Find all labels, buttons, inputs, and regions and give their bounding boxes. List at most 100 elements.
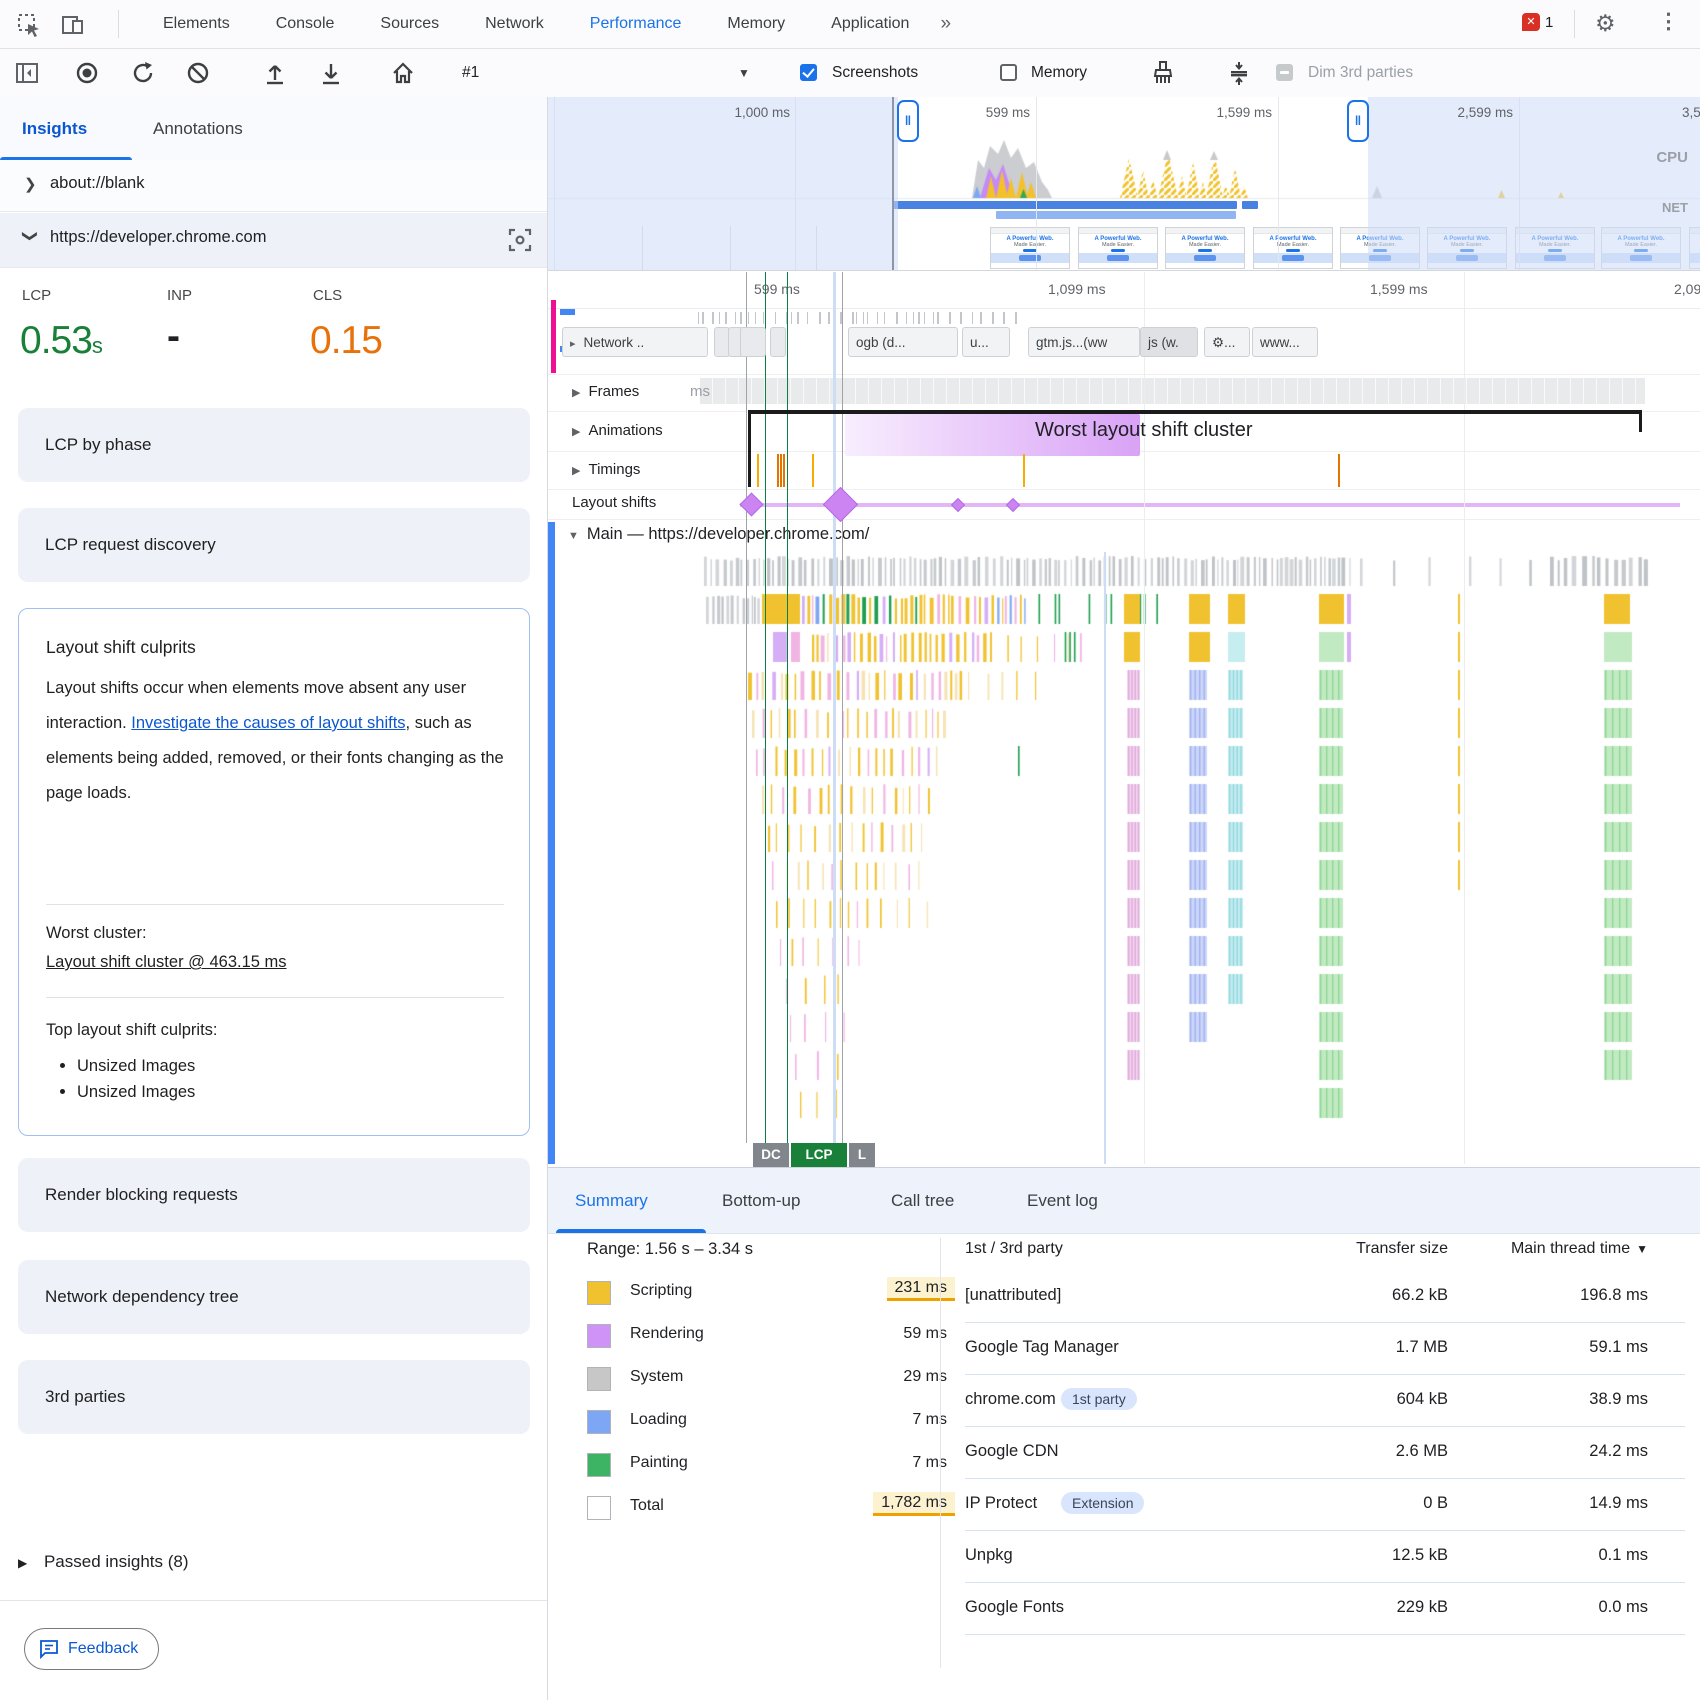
tab-elements[interactable]: Elements	[140, 0, 253, 48]
chevron-right-icon[interactable]: ❯	[24, 175, 37, 193]
track-network[interactable]: ▸Network .. ogb (d...u... gtm.js...(wwjs …	[548, 308, 1700, 375]
download-profile-icon[interactable]	[318, 60, 344, 86]
network-track-label[interactable]: ▸Network ..	[562, 327, 708, 357]
worst-cluster-link[interactable]: Layout shift cluster @ 463.15 ms	[46, 953, 287, 972]
tab-summary[interactable]: Summary	[575, 1168, 648, 1233]
legend-row-painting: Painting7 ms	[587, 1448, 947, 1484]
legend-label: Total	[630, 1497, 664, 1515]
layout-shift-diamond[interactable]	[951, 498, 965, 512]
origin-row-about-blank[interactable]: ❯ about://blank	[0, 160, 547, 212]
feedback-button[interactable]: Feedback	[24, 1628, 159, 1670]
memory-checkbox[interactable]	[1000, 64, 1017, 81]
table-row-separator	[965, 1530, 1685, 1531]
table-row-name[interactable]: IP Protect	[965, 1494, 1037, 1513]
track-layout-shifts[interactable]: Layout shifts	[548, 490, 1700, 520]
tab-call-tree[interactable]: Call tree	[891, 1168, 954, 1233]
timeline-overview[interactable]: A Powerful Web.Made Easier.A Powerful We…	[548, 97, 1700, 271]
dim-3rd-parties-checkbox[interactable]	[1276, 64, 1293, 81]
tab-insights[interactable]: Insights	[22, 97, 87, 160]
tab-application[interactable]: Application	[808, 0, 932, 48]
legend-swatch[interactable]	[587, 1410, 611, 1434]
tab-bottom-up[interactable]: Bottom-up	[722, 1168, 800, 1233]
legend-swatch[interactable]	[587, 1367, 611, 1391]
reload-record-icon[interactable]	[130, 60, 156, 86]
column-header-party[interactable]: 1st / 3rd party	[965, 1240, 1063, 1258]
frames-label: Frames	[588, 383, 639, 400]
tab-annotations[interactable]: Annotations	[153, 97, 243, 160]
network-request-chip[interactable]: js (w.	[1140, 327, 1198, 357]
chevron-down-icon[interactable]: ❯	[21, 230, 39, 243]
flame-chart-ruler[interactable]: 599 ms 1,099 ms 1,599 ms 2,099 ms	[548, 272, 1700, 309]
insight-card-layout-shift-culprits[interactable]: Layout shift culprits Layout shifts occu…	[18, 608, 530, 1136]
investigate-link[interactable]: Investigate the causes of layout shifts	[131, 714, 405, 732]
layout-shift-diamond[interactable]	[739, 492, 763, 516]
table-row-name[interactable]: chrome.com	[965, 1390, 1056, 1409]
triangle-right-icon[interactable]: ▶	[572, 426, 580, 438]
legend-swatch[interactable]	[587, 1324, 611, 1348]
chevron-down-icon[interactable]: ▼	[738, 49, 750, 97]
tab-network[interactable]: Network	[462, 0, 567, 48]
insight-card-lcp-request-discovery[interactable]: LCP request discovery	[18, 508, 530, 582]
column-header-transfer-size[interactable]: Transfer size	[1308, 1240, 1448, 1258]
network-tick	[748, 312, 749, 324]
track-frames[interactable]: ▶Frames ms	[548, 375, 1700, 412]
inspect-element-icon[interactable]	[16, 12, 42, 38]
home-icon[interactable]	[390, 60, 416, 86]
layout-shift-diamond[interactable]	[1006, 498, 1020, 512]
history-select[interactable]: #1	[462, 49, 479, 97]
field-capture-icon[interactable]	[506, 226, 534, 259]
table-row-name[interactable]: [unattributed]	[965, 1286, 1061, 1305]
network-request-chip[interactable]	[770, 327, 786, 357]
tab-performance[interactable]: Performance	[567, 0, 705, 48]
network-request-chip[interactable]: ogb (d...	[848, 327, 958, 357]
clear-icon[interactable]	[185, 60, 211, 86]
insight-card-3rd-parties[interactable]: 3rd parties	[18, 1360, 530, 1434]
load-marker[interactable]: L	[849, 1143, 875, 1167]
network-request-chip[interactable]: www...	[1252, 327, 1318, 357]
network-request-chip[interactable]	[740, 327, 766, 357]
collapse-tracks-icon[interactable]	[1226, 60, 1252, 86]
error-badge[interactable]: ✕ 1	[1522, 13, 1553, 31]
table-row-name[interactable]: Google CDN	[965, 1442, 1059, 1461]
device-toolbar-icon[interactable]	[60, 12, 86, 38]
insight-card-render-blocking[interactable]: Render blocking requests	[18, 1158, 530, 1232]
tab-event-log[interactable]: Event log	[1027, 1168, 1098, 1233]
table-row-name[interactable]: Unpkg	[965, 1546, 1013, 1565]
layout-shift-diamond[interactable]	[823, 487, 858, 522]
lcp-marker[interactable]: LCP	[791, 1143, 847, 1167]
table-row-name[interactable]: Google Tag Manager	[965, 1338, 1119, 1357]
triangle-down-icon[interactable]: ▼	[568, 530, 579, 542]
network-request-chip[interactable]: ⚙...	[1204, 327, 1250, 357]
tab-memory[interactable]: Memory	[704, 0, 808, 48]
legend-label: Loading	[630, 1411, 687, 1429]
column-header-main-thread-time[interactable]: Main thread time▼	[1478, 1240, 1648, 1258]
more-tabs-icon[interactable]: »	[932, 0, 957, 48]
tab-sources[interactable]: Sources	[357, 0, 462, 48]
garbage-collect-icon[interactable]	[1150, 60, 1176, 86]
tab-console[interactable]: Console	[253, 0, 358, 48]
legend-swatch[interactable]	[587, 1453, 611, 1477]
network-tick	[725, 312, 727, 324]
triangle-right-icon[interactable]: ▶	[572, 387, 580, 399]
origin-row-developer-chrome[interactable]: ❯ https://developer.chrome.com	[0, 213, 547, 268]
kebab-menu-icon[interactable]: ⋮	[1658, 9, 1684, 35]
upload-profile-icon[interactable]	[262, 60, 288, 86]
legend-swatch[interactable]	[587, 1496, 611, 1520]
network-request-chip[interactable]: gtm.js...(ww	[1028, 327, 1140, 357]
track-main-thread-header[interactable]: ▼Main — https://developer.chrome.com/	[548, 520, 1700, 552]
dock-panel-icon[interactable]	[14, 60, 40, 86]
record-icon[interactable]	[74, 60, 100, 86]
table-row-name[interactable]: Google Fonts	[965, 1598, 1064, 1617]
network-request-chip[interactable]: u...	[962, 327, 1010, 357]
insight-card-lcp-by-phase[interactable]: LCP by phase	[18, 408, 530, 482]
culprits-description: Layout shifts occur when elements move a…	[46, 671, 504, 811]
legend-swatch[interactable]	[587, 1281, 611, 1305]
passed-insights-toggle[interactable]: ▶ Passed insights (8)	[18, 1552, 518, 1588]
triangle-right-icon[interactable]: ▶	[572, 465, 580, 477]
screenshots-checkbox[interactable]	[800, 64, 817, 81]
flame-chart[interactable]	[548, 552, 1700, 1164]
dcl-marker[interactable]: DC	[753, 1143, 789, 1167]
track-timings[interactable]: ▶Timings	[548, 452, 1700, 490]
insight-card-network-dependency-tree[interactable]: Network dependency tree	[18, 1260, 530, 1334]
settings-gear-icon[interactable]: ⚙	[1595, 10, 1621, 36]
